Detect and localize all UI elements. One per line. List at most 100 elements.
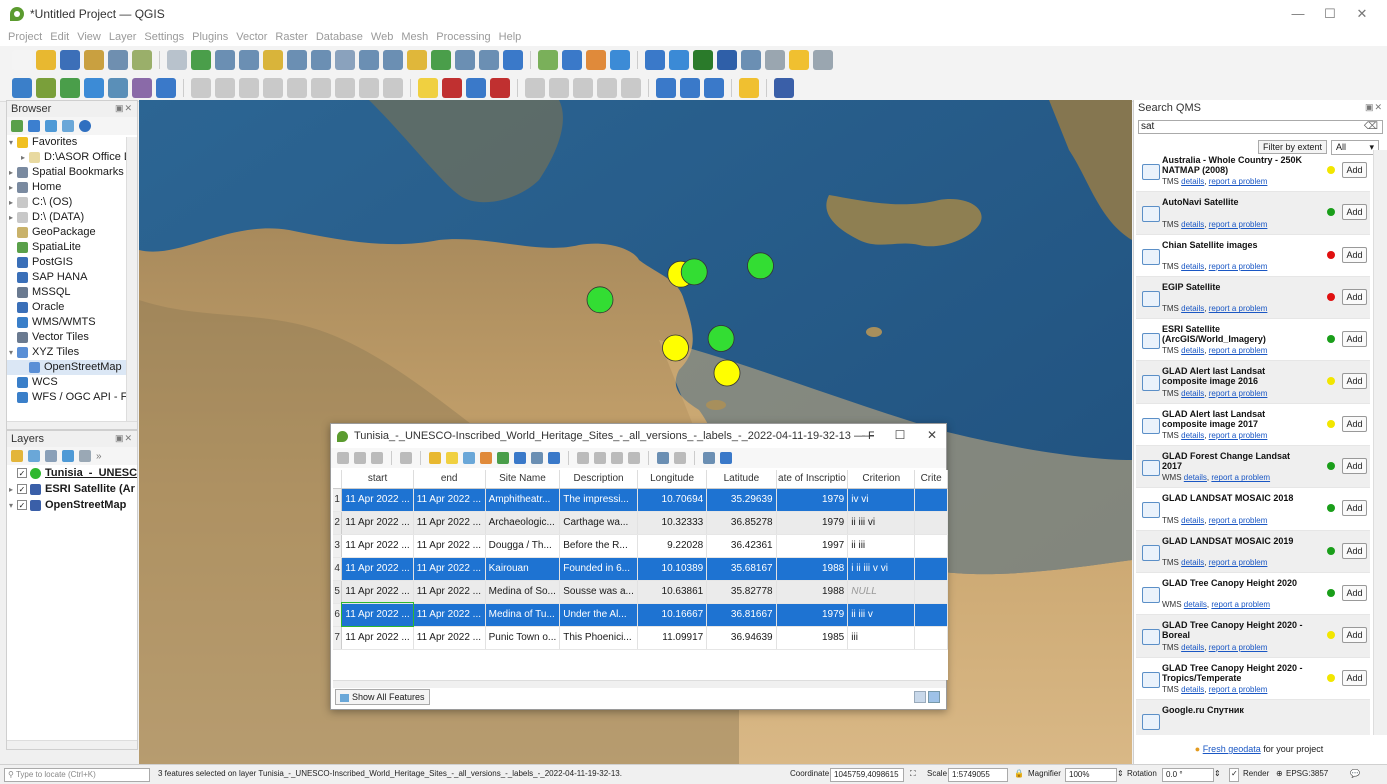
menu-web[interactable]: Web xyxy=(371,31,393,43)
label-move-icon[interactable] xyxy=(490,77,510,98)
cell-desc[interactable]: Under the Al... xyxy=(559,603,638,627)
table-tool-20-icon[interactable] xyxy=(657,452,669,464)
browser-item[interactable]: Oracle xyxy=(7,300,137,315)
cell-lat[interactable]: 36.42361 xyxy=(706,534,777,558)
layer-visibility-checkbox[interactable]: ✓ xyxy=(17,468,27,478)
zoom-last-icon[interactable] xyxy=(311,50,331,70)
site-point-2[interactable] xyxy=(713,359,741,387)
diagram-icon[interactable] xyxy=(549,77,569,98)
cell-desc[interactable]: The impressi... xyxy=(559,488,638,512)
deselect-icon[interactable] xyxy=(503,50,523,70)
cell-lat[interactable]: 35.82778 xyxy=(706,580,777,604)
qms-vertical-scrollbar[interactable] xyxy=(1373,150,1387,735)
layer-item[interactable]: ✓ Tunisia_-_UNESCO xyxy=(7,465,137,481)
sum-icon[interactable] xyxy=(586,50,606,70)
cell-lat[interactable]: 36.85278 xyxy=(706,511,777,535)
browser-item[interactable]: SpatiaLite xyxy=(7,240,137,255)
column-header[interactable]: ate of Inscriptio xyxy=(776,470,849,489)
expand-arrow-icon[interactable]: ▾ xyxy=(9,501,17,510)
add-service-button[interactable]: Add xyxy=(1342,542,1367,559)
report-problem-link[interactable]: report a problem xyxy=(1209,516,1268,525)
table-tool-17-icon[interactable] xyxy=(611,452,623,464)
details-link[interactable]: details xyxy=(1181,220,1204,229)
cell-start[interactable]: 11 Apr 2022 ... xyxy=(341,511,414,535)
cell-year[interactable]: 1985 xyxy=(776,626,849,650)
table-tool-0-icon[interactable] xyxy=(337,452,349,464)
add-service-button[interactable]: Add xyxy=(1342,458,1367,475)
column-header[interactable]: Site Name xyxy=(485,470,561,489)
site-point-3[interactable] xyxy=(680,258,708,286)
add-service-button[interactable]: Add xyxy=(1342,246,1367,263)
dock-float-close-icon[interactable]: ▣✕ xyxy=(1365,102,1383,113)
table-tool-15-icon[interactable] xyxy=(577,452,589,464)
label-show-icon[interactable] xyxy=(466,77,486,98)
cell-site[interactable]: Punic Town o... xyxy=(485,626,561,650)
add-service-button[interactable]: Add xyxy=(1342,669,1367,686)
zoom-next-icon[interactable] xyxy=(335,50,355,70)
dock-float-close-icon[interactable]: ▣✕ xyxy=(115,103,133,114)
label-change-icon[interactable] xyxy=(525,77,545,98)
cell-crit[interactable]: NULL xyxy=(847,580,916,604)
layer-item[interactable]: ▸ ✓ ESRI Satellite (Ar xyxy=(7,481,137,497)
add-xyz-icon[interactable] xyxy=(108,77,128,98)
table-row[interactable]: 5 11 Apr 2022 ... 11 Apr 2022 ... Medina of… xyxy=(333,580,948,604)
table-tool-13-icon[interactable] xyxy=(548,452,560,464)
table-tool-8-icon[interactable] xyxy=(463,452,475,464)
row-number[interactable]: 6 xyxy=(333,603,343,627)
new-project-icon[interactable] xyxy=(12,50,32,70)
report-problem-link[interactable]: report a problem xyxy=(1209,685,1268,694)
table-row[interactable]: 4 11 Apr 2022 ... 11 Apr 2022 ... Kairouan F… xyxy=(333,557,948,581)
table-row[interactable]: 6 11 Apr 2022 ... 11 Apr 2022 ... Medina of… xyxy=(333,602,948,627)
table-tool-21-icon[interactable] xyxy=(674,452,686,464)
style-icon[interactable] xyxy=(11,450,23,462)
new-bookmark-icon[interactable] xyxy=(359,50,379,70)
details-link[interactable]: details xyxy=(1181,262,1204,271)
table-row[interactable]: 7 11 Apr 2022 ... 11 Apr 2022 ... Punic Tow… xyxy=(333,626,948,650)
undo-icon[interactable] xyxy=(359,77,379,98)
details-link[interactable]: details xyxy=(1184,473,1207,482)
add-service-button[interactable]: Add xyxy=(1342,204,1367,221)
cell-site[interactable]: Medina of Tu... xyxy=(485,603,561,627)
cell-lon[interactable]: 9.22028 xyxy=(637,534,708,558)
table-row[interactable]: 2 11 Apr 2022 ... 11 Apr 2022 ... Archaeolo… xyxy=(333,511,948,535)
report-problem-link[interactable]: report a problem xyxy=(1209,643,1268,652)
cell-site[interactable]: Medina of So... xyxy=(485,580,561,604)
rotation-stepper-icon[interactable]: ⇕ xyxy=(1214,769,1221,778)
table-row[interactable]: 3 11 Apr 2022 ... 11 Apr 2022 ... Dougga / … xyxy=(333,534,948,558)
report-problem-link[interactable]: report a problem xyxy=(1209,389,1268,398)
add-vector-icon[interactable] xyxy=(36,77,56,98)
menu-plugins[interactable]: Plugins xyxy=(192,31,228,43)
statistics-icon[interactable] xyxy=(538,50,558,70)
maximize-button[interactable]: ☐ xyxy=(891,428,909,442)
menu-vector[interactable]: Vector xyxy=(236,31,267,43)
menu-project[interactable]: Project xyxy=(8,31,42,43)
browser-item[interactable]: OpenStreetMap xyxy=(7,360,137,375)
add-service-button[interactable]: Add xyxy=(1342,331,1367,348)
redo-icon[interactable] xyxy=(383,77,403,98)
cell-lat[interactable]: 36.81667 xyxy=(706,603,777,627)
browser-item[interactable]: ▾ XYZ Tiles xyxy=(7,345,137,360)
cell-start[interactable]: 11 Apr 2022 ... xyxy=(341,557,414,581)
table-tool-7-icon[interactable] xyxy=(446,452,458,464)
collapse-all-icon[interactable] xyxy=(62,120,74,132)
cell-crit[interactable]: ii iii vi xyxy=(847,511,916,535)
details-link[interactable]: details xyxy=(1181,558,1204,567)
pan-to-selection-icon[interactable] xyxy=(167,50,187,70)
browser-item[interactable]: PostGIS xyxy=(7,255,137,270)
manage-visibility-icon[interactable] xyxy=(45,450,57,462)
cell-end[interactable]: 11 Apr 2022 ... xyxy=(413,534,486,558)
cell-extra[interactable] xyxy=(914,557,948,581)
column-header[interactable]: Longitude xyxy=(637,470,708,489)
add-group-icon[interactable] xyxy=(28,450,40,462)
details-link[interactable]: details xyxy=(1181,346,1204,355)
vertex-tool-icon[interactable] xyxy=(239,77,259,98)
cell-crit[interactable]: iii xyxy=(847,626,916,650)
cut-icon[interactable] xyxy=(287,77,307,98)
refresh-icon[interactable] xyxy=(28,120,40,132)
help-icon[interactable] xyxy=(680,77,700,98)
layout-manager-icon[interactable] xyxy=(765,50,785,70)
details-link[interactable]: details xyxy=(1181,389,1204,398)
details-link[interactable]: details xyxy=(1184,600,1207,609)
cell-desc[interactable]: Sousse was a... xyxy=(559,580,638,604)
expand-arrow-icon[interactable]: ▾ xyxy=(9,135,17,150)
